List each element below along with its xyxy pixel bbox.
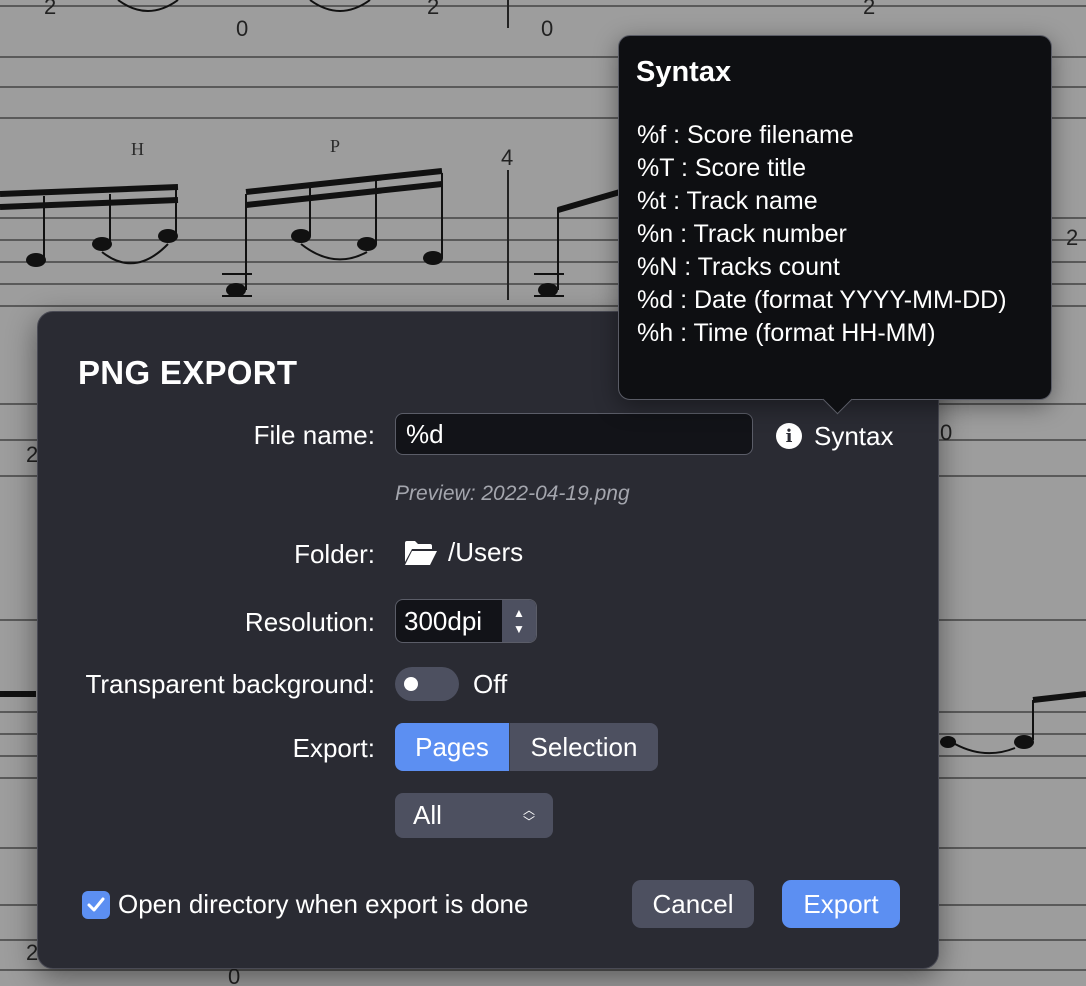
resolution-label: Resolution: (244, 607, 375, 637)
syntax-label: Syntax (814, 420, 894, 451)
syntax-item: %h : Time (format HH-MM) (637, 319, 936, 347)
file-name-label: File name: (253, 420, 375, 450)
folder-open-icon (405, 540, 437, 565)
resolution-value[interactable]: 300dpi (396, 606, 502, 637)
tab-number: 2 (427, 0, 439, 19)
toggle-knob (404, 677, 418, 691)
folder-picker[interactable]: /Users (404, 537, 523, 568)
file-name-preview: Preview: 2022-04-19.png (395, 482, 630, 505)
tab-number: 2 (863, 0, 875, 19)
syntax-item: %n : Track number (637, 220, 847, 248)
syntax-tooltip: Syntax %f : Score filename %T : Score ti… (618, 35, 1052, 415)
syntax-item: %N : Tracks count (637, 253, 840, 281)
folder-label: Folder: (294, 539, 375, 569)
cancel-button[interactable]: Cancel (632, 880, 754, 928)
checkmark-icon (87, 897, 105, 911)
png-export-dialog: PNG EXPORT File name: i Syntax Preview: … (37, 311, 939, 969)
folder-path: /Users (448, 537, 524, 567)
info-icon: i (776, 423, 802, 449)
syntax-item: %t : Track name (637, 187, 818, 215)
measure-number: 4 (501, 145, 513, 170)
export-label: Export: (292, 733, 375, 763)
transparent-background-control: Off (395, 667, 507, 701)
segment-selection[interactable]: Selection (509, 723, 658, 771)
stepper-up-icon[interactable]: ▲ (513, 607, 525, 619)
page-range-value: All (413, 800, 442, 830)
stepper-down-icon[interactable]: ▼ (513, 623, 525, 635)
open-directory-option[interactable]: Open directory when export is done (82, 889, 528, 920)
export-scope-segmented: Pages Selection (395, 723, 658, 771)
open-directory-checkbox[interactable] (82, 890, 110, 919)
tab-number: 2 (1066, 225, 1078, 250)
chevron-up-down-icon: ︿ ﹀ (522, 802, 535, 829)
page-range-select[interactable]: All ︿ ﹀ (395, 793, 553, 838)
tab-number: 0 (541, 16, 553, 41)
syntax-item: %f : Score filename (637, 121, 854, 149)
transparent-background-toggle[interactable] (395, 667, 459, 701)
syntax-list: %f : Score filename %T : Score title %t … (637, 119, 1007, 350)
hammer-on-mark: H (131, 139, 144, 159)
syntax-help-link[interactable]: i Syntax (776, 418, 894, 454)
tab-number: 0 (236, 16, 248, 41)
syntax-item: %T : Score title (637, 154, 807, 182)
export-button[interactable]: Export (782, 880, 900, 928)
dialog-title: PNG EXPORT (78, 354, 298, 391)
tab-number: 0 (940, 420, 952, 445)
syntax-item: %d : Date (format YYYY-MM-DD) (637, 286, 1007, 314)
file-name-input[interactable] (395, 413, 753, 455)
pull-off-mark: P (330, 136, 340, 156)
resolution-stepper[interactable]: 300dpi ▲ ▼ (395, 599, 537, 643)
segment-pages[interactable]: Pages (395, 723, 509, 771)
tab-number: 2 (44, 0, 56, 19)
transparent-background-label: Transparent background: (85, 669, 375, 699)
stepper-buttons: ▲ ▼ (502, 600, 536, 642)
toggle-state-label: Off (473, 668, 508, 699)
open-directory-label: Open directory when export is done (118, 889, 529, 919)
tooltip-title: Syntax (636, 56, 732, 88)
